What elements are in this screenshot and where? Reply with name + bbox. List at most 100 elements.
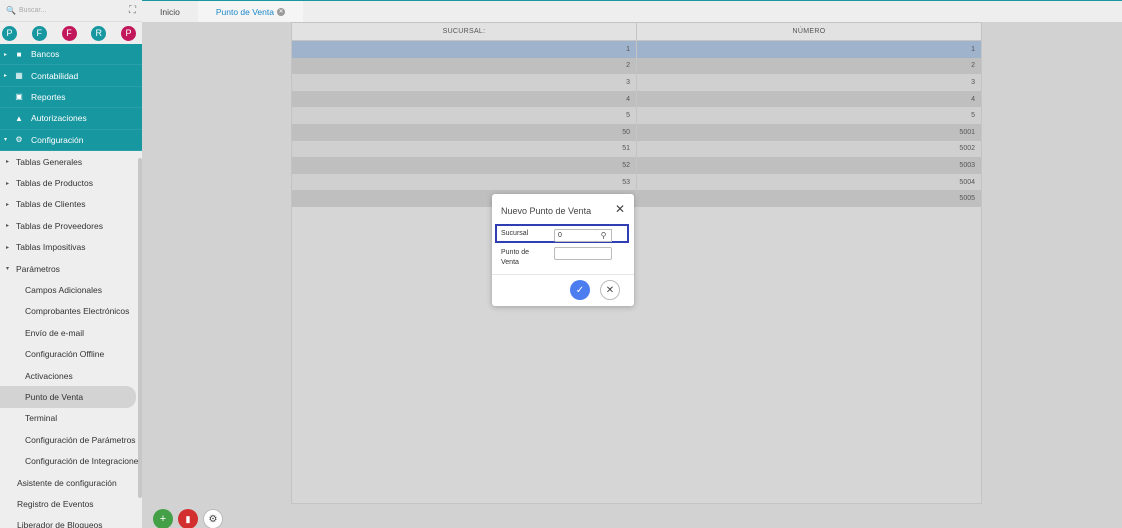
sucursal-label: Sucursal xyxy=(501,230,529,237)
sidebar-item-label: Tablas Generales xyxy=(16,156,83,167)
table-row[interactable]: 33 xyxy=(292,74,981,91)
column-header-numero[interactable]: NÚMERO xyxy=(637,23,981,40)
close-icon[interactable]: ✕ xyxy=(615,202,625,216)
gear-icon: ⚙ xyxy=(208,513,218,525)
cell-numero: 3 xyxy=(971,78,975,86)
punto-venta-label: Punto de Venta xyxy=(501,249,530,266)
search-icon: 🔍 xyxy=(6,6,16,15)
avatar[interactable]: R xyxy=(91,25,107,41)
sidebar-item-campos-adicionales[interactable]: Campos Adicionales xyxy=(0,279,142,300)
chevron-right-icon: ▸ xyxy=(4,73,8,80)
avatar[interactable]: P xyxy=(2,25,17,41)
sidebar-item-envio-email[interactable]: Envío de e-mail xyxy=(0,322,142,343)
table-row[interactable]: 53 5004 xyxy=(292,173,981,191)
table-row[interactable]: 44 xyxy=(292,90,981,108)
confirm-button[interactable]: ✓ xyxy=(570,280,590,300)
sidebar-item-configuracion-parametros[interactable]: Configuración de Parámetros xyxy=(0,429,142,450)
cell-numero: 5005 xyxy=(959,195,975,203)
expand-icon[interactable]: ⛶ xyxy=(129,5,136,16)
chevron-down-icon: ▾ xyxy=(6,266,10,273)
sidebar-item-label: Reportes xyxy=(31,91,66,102)
cell-numero: 4 xyxy=(971,95,975,103)
sidebar-item-tablas-proveedores[interactable]: ▸ Tablas de Proveedores xyxy=(0,215,142,236)
sidebar-item-terminal[interactable]: Terminal xyxy=(0,408,142,429)
tab-inicio[interactable]: Inicio xyxy=(142,1,198,22)
sidebar-item-comprobantes-electronicos[interactable]: Comprobantes Electrónicos xyxy=(0,301,142,322)
column-header-sucursal[interactable]: SUCURSAL: xyxy=(292,23,637,40)
tab-punto-de-venta[interactable]: Punto de Venta ✕ xyxy=(197,1,303,22)
sidebar-item-asistente[interactable]: Asistente de configuración xyxy=(0,472,142,493)
close-icon: ✕ xyxy=(605,284,615,296)
cell-numero: 5002 xyxy=(959,145,975,153)
sidebar-item-liberador-bloqueos[interactable]: Liberador de Bloqueos xyxy=(0,515,142,528)
cell-sucursal: 1 xyxy=(292,41,637,58)
sucursal-input[interactable]: 0 xyxy=(554,229,597,242)
chevron-down-icon: ▾ xyxy=(4,137,8,144)
sidebar-item-label: Tablas de Clientes xyxy=(16,199,86,210)
add-button[interactable]: + xyxy=(153,509,173,528)
table-row[interactable]: 51 5002 xyxy=(292,140,981,158)
sidebar-item-configuracion-offline[interactable]: Configuración Offline xyxy=(0,343,142,364)
table-row[interactable]: 11 xyxy=(292,41,981,58)
table-row[interactable]: 55 xyxy=(292,107,981,124)
sidebar-item-contabilidad[interactable]: ▸ ▦ Contabilidad xyxy=(0,65,142,87)
report-icon: ▣ xyxy=(15,92,23,102)
sidebar-item-parametros[interactable]: ▾ Parámetros xyxy=(0,258,142,279)
dialog-divider xyxy=(492,274,634,275)
sidebar-item-tablas-generales[interactable]: ▸ Tablas Generales xyxy=(0,151,142,172)
sidebar-item-configuracion[interactable]: ▾ ⚙ Configuración xyxy=(0,130,142,151)
cell-numero: 5004 xyxy=(959,178,975,186)
plus-icon: + xyxy=(159,513,167,525)
cell-sucursal: 50 xyxy=(292,123,637,141)
sidebar-item-tablas-clientes[interactable]: ▸ Tablas de Clientes xyxy=(0,194,142,215)
avatar[interactable]: P xyxy=(121,25,136,41)
sidebar-item-registro-eventos[interactable]: Registro de Eventos xyxy=(0,493,142,514)
punto-venta-input[interactable] xyxy=(554,247,612,260)
trash-icon: ▮ xyxy=(185,513,191,524)
sidebar-item-label: Tablas de Productos xyxy=(16,178,94,189)
cell-sucursal: 53 xyxy=(292,173,637,191)
cell-numero: 5 xyxy=(971,112,975,120)
close-icon[interactable]: ✕ xyxy=(276,7,285,16)
cell-numero: 1 xyxy=(971,45,975,53)
search-input[interactable]: Buscar... xyxy=(19,7,129,14)
tab-label: Inicio xyxy=(160,6,180,17)
cell-sucursal: 3 xyxy=(292,74,637,91)
tab-bar: Inicio Punto de Venta ✕ xyxy=(142,0,1122,22)
avatar[interactable]: F xyxy=(61,25,77,41)
nuevo-punto-venta-dialog: Nuevo Punto de Venta ✕ Sucursal 0 ⚲ Punt… xyxy=(492,194,634,306)
sidebar-item-label: Configuración xyxy=(31,134,84,145)
search-icon: ⚲ xyxy=(600,231,607,240)
sidebar-item-autorizaciones[interactable]: ▲ Autorizaciones xyxy=(0,108,142,130)
book-icon: ▦ xyxy=(15,71,23,81)
avatar-row: PFFRP xyxy=(0,22,142,44)
check-icon: ✓ xyxy=(575,284,585,296)
tab-label: Punto de Venta xyxy=(215,6,274,17)
cell-numero: 5001 xyxy=(959,128,975,136)
cell-sucursal: 51 xyxy=(292,140,637,158)
delete-button[interactable]: ▮ xyxy=(178,509,198,528)
sidebar-item-label: Contabilidad xyxy=(31,70,79,81)
cell-sucursal: 4 xyxy=(292,90,637,108)
table-row[interactable]: 52 5003 xyxy=(292,157,981,174)
sidebar-item-reportes[interactable]: ▣ Reportes xyxy=(0,87,142,109)
sucursal-search-button[interactable]: ⚲ xyxy=(596,229,612,242)
sidebar-item-activaciones[interactable]: Activaciones xyxy=(0,365,142,386)
sidebar-item-bancos[interactable]: ▸ ■ Bancos xyxy=(0,44,142,66)
sidebar-search[interactable]: 🔍 Buscar... ⛶ xyxy=(0,0,142,22)
cell-numero: 5003 xyxy=(959,161,975,169)
chevron-right-icon: ▸ xyxy=(6,180,10,187)
table-row[interactable]: 22 xyxy=(292,57,981,75)
sidebar-item-label: Tablas Impositivas xyxy=(16,242,86,253)
cancel-button[interactable]: ✕ xyxy=(600,280,620,300)
sidebar-item-tablas-productos[interactable]: ▸ Tablas de Productos xyxy=(0,172,142,193)
dialog-title: Nuevo Punto de Venta xyxy=(501,206,592,216)
sidebar-item-punto-de-venta[interactable]: Punto de Venta xyxy=(0,386,136,408)
table-row[interactable]: 50 5001 xyxy=(292,123,981,141)
sidebar-item-configuracion-integraciones[interactable]: Configuración de Integraciones xyxy=(0,450,142,471)
chevron-right-icon: ▸ xyxy=(6,201,10,208)
avatar[interactable]: F xyxy=(31,25,47,41)
sidebar-item-tablas-impositivas[interactable]: ▸ Tablas Impositivas xyxy=(0,237,142,258)
settings-button[interactable]: ⚙ xyxy=(203,509,223,528)
table-row[interactable]: 545005 xyxy=(292,190,981,207)
